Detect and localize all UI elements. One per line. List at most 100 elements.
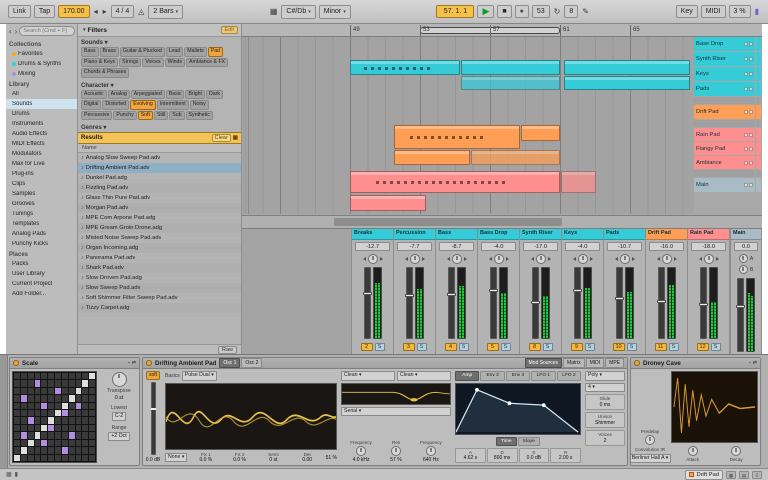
track-header[interactable]: Keys [694, 67, 755, 81]
scale-cell[interactable] [82, 387, 89, 395]
volume-fader[interactable] [656, 267, 666, 339]
main-tab[interactable]: Main [731, 229, 761, 240]
fader-handle[interactable] [614, 296, 624, 300]
filter-tag[interactable]: Intermittent [156, 100, 189, 110]
result-item[interactable]: ♪ Organ Incoming.adg [78, 243, 241, 253]
browser-back-icon[interactable]: ‹ [8, 27, 13, 36]
filter-tag[interactable]: Mallets [184, 47, 207, 57]
sidebar-library-item[interactable]: Drums [6, 109, 77, 119]
tempo-field[interactable]: 170.00 [58, 5, 90, 18]
scale-cell[interactable] [68, 447, 75, 454]
osc-tab[interactable]: Osc 2 [241, 358, 263, 368]
next-arrow-icon[interactable] [715, 256, 719, 261]
pad-grid-icon[interactable]: ▦ [726, 470, 736, 479]
track-activator-icon[interactable] [744, 160, 748, 165]
sidebar-library-item[interactable]: Instruments [6, 119, 77, 129]
overview-block[interactable] [756, 178, 761, 192]
filter-tag[interactable]: Arpeggiated [130, 89, 165, 99]
track-activator-icon[interactable] [744, 132, 748, 137]
scale-cell[interactable] [55, 439, 61, 447]
keyboard-icon[interactable]: ▦ [6, 471, 12, 478]
filter-tag[interactable]: Sub [169, 110, 185, 120]
osc-shape-menu[interactable]: Pulse Dual ▾ [181, 371, 217, 381]
result-item[interactable]: ♪ Morgan Pad.adv [78, 203, 241, 213]
track-arm-icon[interactable] [749, 57, 753, 61]
scale-cell[interactable] [55, 454, 61, 461]
prev-arrow-icon[interactable] [656, 256, 660, 261]
attack-group[interactable]: Attack [686, 446, 699, 462]
scale-cell[interactable] [14, 387, 20, 395]
track-tab[interactable]: Bass Drop [478, 229, 519, 240]
scale-cell[interactable] [68, 454, 75, 461]
result-item[interactable]: ♪ Glass Thin Pure Pad.adv [78, 193, 241, 203]
track-header[interactable]: Drift Pad [694, 105, 755, 119]
scale-cell[interactable] [41, 454, 48, 461]
ir-menu[interactable]: Berliner Hall A ▾ [631, 453, 672, 463]
arrangement-clip[interactable] [561, 171, 596, 193]
raw-toggle[interactable]: Raw [217, 345, 237, 354]
track-tab[interactable]: Bass [436, 229, 477, 240]
osc-param[interactable]: Det 0.00 [291, 452, 324, 463]
scale-cell[interactable] [61, 432, 68, 439]
next-arrow-icon[interactable] [673, 256, 677, 261]
filter-tag[interactable]: Analog [107, 89, 130, 99]
grid-view-icon[interactable]: ▦ [233, 135, 238, 141]
track-tab[interactable]: Rain Pad [688, 229, 729, 240]
fader-handle[interactable] [736, 304, 745, 308]
scale-cell[interactable] [48, 373, 54, 380]
sidebar-place-item[interactable]: Packs [6, 259, 77, 269]
scale-cell[interactable] [20, 380, 27, 387]
scale-cell[interactable] [20, 402, 27, 410]
scale-cell[interactable] [68, 395, 75, 402]
result-item[interactable]: ♪ MPE Gream Groin Drone.adg [78, 223, 241, 233]
scale-cell[interactable] [55, 387, 61, 395]
pan-knob[interactable] [409, 253, 420, 264]
filter-group-genres[interactable]: Genres ▾ [78, 122, 241, 132]
pan-knob[interactable] [451, 253, 462, 264]
unison-field[interactable]: Unison Shimmer [585, 412, 625, 428]
filters-edit-button[interactable]: Edit [220, 26, 238, 34]
fader-handle[interactable] [572, 288, 582, 292]
solo-button[interactable]: S [542, 343, 553, 351]
track-arm-icon[interactable] [749, 183, 753, 187]
volume-fader[interactable] [488, 267, 498, 339]
scale-cell[interactable] [75, 447, 82, 454]
scale-cell[interactable] [34, 402, 41, 410]
envelope-display[interactable] [455, 383, 581, 435]
pan-knob[interactable] [577, 253, 588, 264]
next-arrow-icon[interactable] [379, 256, 383, 261]
env-tab[interactable]: LFO 2 [556, 371, 582, 381]
scale-cell[interactable] [41, 424, 48, 432]
scale-cell[interactable] [75, 380, 82, 387]
track-activator-icon[interactable] [744, 146, 748, 151]
scale-cell[interactable] [20, 410, 27, 417]
filter-tag[interactable]: Noisy [189, 100, 209, 110]
unison-voices-field[interactable]: Voices 2 [585, 430, 625, 446]
prev-arrow-icon[interactable] [614, 256, 618, 261]
hotswap-icon[interactable]: ⇄ [132, 360, 136, 366]
arrangement-clip[interactable] [394, 125, 520, 149]
pan-knob[interactable] [493, 253, 504, 264]
scale-cell[interactable] [41, 417, 48, 424]
send-knob[interactable] [738, 254, 748, 263]
scale-cell[interactable] [20, 417, 27, 424]
track-arm-icon[interactable] [749, 87, 753, 91]
transpose-value[interactable]: 0 st [115, 395, 123, 401]
solo-button[interactable]: S [458, 343, 469, 351]
device-activator[interactable] [634, 360, 640, 366]
filter-tag[interactable]: Bass [81, 47, 99, 57]
scale-cell[interactable] [48, 395, 54, 402]
prev-arrow-icon[interactable] [698, 256, 702, 261]
solo-button[interactable]: S [710, 343, 721, 351]
main-volume-fader[interactable] [736, 278, 745, 352]
drift-title-bar[interactable]: Drifting Ambient Pad Osc 1 Osc 2 Mod Sour… [143, 358, 627, 369]
filter-knob[interactable] [356, 446, 367, 456]
sidebar-place-item[interactable]: Add Folder... [6, 289, 77, 299]
result-item[interactable]: ♪ Shark Pad.adv [78, 263, 241, 273]
filter-tag[interactable]: Piano & Keys [81, 57, 119, 67]
solo-button[interactable]: S [500, 343, 511, 351]
track-activator-icon[interactable] [744, 57, 748, 61]
track-arm-icon[interactable] [749, 132, 753, 137]
sidebar-library-item[interactable]: Sounds [6, 99, 77, 109]
scale-cell[interactable] [68, 424, 75, 432]
